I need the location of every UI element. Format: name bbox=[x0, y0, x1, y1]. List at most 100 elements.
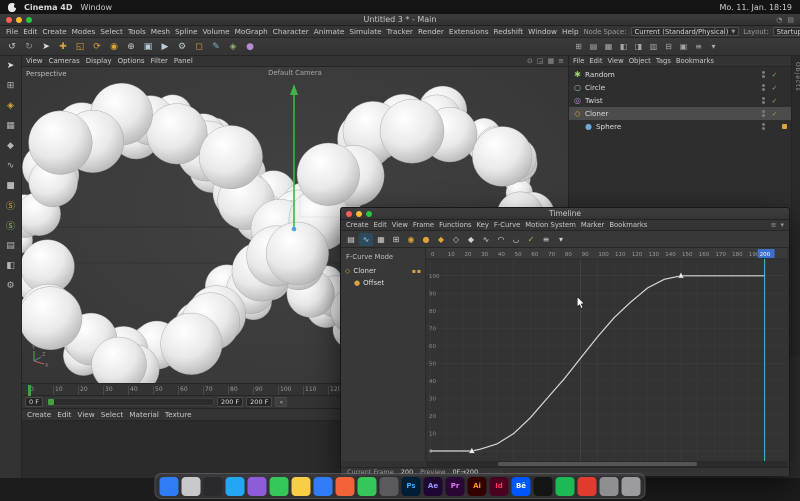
dock-icon[interactable]: Bē bbox=[511, 476, 531, 496]
timeline-tool-icon[interactable]: ● bbox=[419, 233, 433, 246]
timeline-track-row[interactable]: ◇ Cloner ▪▪ bbox=[341, 265, 425, 277]
object-name[interactable]: Cloner bbox=[585, 109, 608, 118]
timeline-playhead[interactable] bbox=[28, 385, 31, 396]
tool-palette-icon[interactable]: Ⓢ bbox=[3, 218, 19, 233]
track-name[interactable]: Cloner bbox=[353, 267, 376, 275]
manager-toolbar-icon[interactable]: ≡ bbox=[692, 39, 705, 54]
material-menu-item[interactable]: Material bbox=[129, 410, 159, 419]
frame-slider-thumb[interactable] bbox=[47, 399, 54, 405]
tool-palette-icon[interactable]: Ⓢ bbox=[3, 198, 19, 213]
main-menu-item[interactable]: Character bbox=[273, 27, 309, 36]
viewport-menu-item[interactable]: Filter bbox=[151, 57, 168, 65]
end-frame-field[interactable]: 200 F bbox=[216, 397, 244, 407]
tool-palette-icon[interactable]: ◈ bbox=[3, 98, 19, 113]
timeline-menu-item[interactable]: Bookmarks bbox=[609, 221, 647, 229]
fcurve-graph[interactable]: 0 10 20 30 40 50 60 70 80 90 100 110 120 130 140 150 160… bbox=[426, 248, 787, 461]
minimize-button[interactable] bbox=[16, 16, 22, 23]
track-name[interactable]: Offset bbox=[363, 279, 384, 287]
tool-palette-icon[interactable]: ■ bbox=[3, 178, 19, 193]
object-tag-icon[interactable] bbox=[782, 72, 787, 77]
close-button[interactable] bbox=[346, 210, 352, 217]
scrollbar-thumb[interactable] bbox=[498, 462, 697, 466]
timeline-tool-icon[interactable]: ◡ bbox=[509, 233, 523, 246]
dock-icon[interactable] bbox=[599, 476, 619, 496]
toolbar-icon[interactable]: ▣ bbox=[140, 39, 156, 54]
timeline-tool-icon[interactable]: ≡ bbox=[539, 233, 553, 246]
toolbar-icon[interactable]: ◈ bbox=[225, 39, 241, 54]
timeline-menu-item[interactable]: Edit bbox=[374, 221, 387, 229]
object-menu-item[interactable]: File bbox=[573, 57, 584, 65]
enable-check-icon[interactable]: ✓ bbox=[770, 110, 779, 118]
toolbar-icon[interactable]: ✎ bbox=[208, 39, 224, 54]
main-menu-item[interactable]: Mesh bbox=[151, 27, 170, 36]
object-name[interactable]: Sphere bbox=[596, 122, 621, 131]
node-space-dropdown[interactable]: Current (Standard/Physical) ▼ bbox=[630, 27, 740, 36]
manager-toolbar-icon[interactable]: ◨ bbox=[632, 39, 645, 54]
timeline-menu-item[interactable]: Marker bbox=[581, 221, 605, 229]
dock-icon[interactable] bbox=[247, 476, 267, 496]
main-menu-item[interactable]: Tools bbox=[128, 27, 146, 36]
toolbar-icon[interactable]: ◱ bbox=[72, 39, 88, 54]
object-origin-handle[interactable] bbox=[291, 226, 297, 232]
visibility-dots[interactable] bbox=[762, 71, 765, 78]
dock-icon[interactable] bbox=[181, 476, 201, 496]
dock-icon[interactable]: Pr bbox=[445, 476, 465, 496]
visibility-dots[interactable] bbox=[762, 97, 765, 104]
tool-palette-icon[interactable]: ➤ bbox=[3, 58, 19, 73]
main-menu-item[interactable]: Modes bbox=[72, 27, 96, 36]
titlebar-icon[interactable]: ◔ bbox=[776, 16, 782, 24]
dock-icon[interactable]: Id bbox=[489, 476, 509, 496]
tool-palette-icon[interactable]: ▦ bbox=[3, 118, 19, 133]
main-menu-item[interactable]: Redshift bbox=[494, 27, 524, 36]
timeline-tool-icon[interactable]: ◆ bbox=[464, 233, 478, 246]
main-menu-item[interactable]: Tracker bbox=[387, 27, 413, 36]
toolbar-icon[interactable]: ➤ bbox=[38, 39, 54, 54]
visibility-dots[interactable] bbox=[762, 84, 765, 91]
dock-icon[interactable] bbox=[225, 476, 245, 496]
material-menu-item[interactable]: Create bbox=[27, 410, 51, 419]
object-name[interactable]: Random bbox=[585, 70, 615, 79]
timeline-menu-item[interactable]: Motion System bbox=[525, 221, 576, 229]
object-row[interactable]: ● Sphere bbox=[569, 120, 791, 133]
viewport-control-icon[interactable]: ⊙ bbox=[527, 57, 533, 65]
tool-palette-icon[interactable]: ◧ bbox=[3, 258, 19, 273]
tool-palette-icon[interactable]: ∿ bbox=[3, 158, 19, 173]
manager-toolbar-icon[interactable]: ▥ bbox=[647, 39, 660, 54]
viewport-control-icon[interactable]: ◲ bbox=[537, 57, 544, 65]
max-frame-field[interactable]: 200 F bbox=[246, 397, 273, 407]
main-menu-item[interactable]: Extensions bbox=[449, 27, 489, 36]
timeline-tool-icon[interactable]: ◉ bbox=[404, 233, 418, 246]
side-tab-objects[interactable]: Objects bbox=[791, 56, 800, 356]
viewport-menu-item[interactable]: Options bbox=[118, 57, 145, 65]
zoom-button[interactable] bbox=[366, 210, 372, 217]
object-tag-icon[interactable] bbox=[782, 98, 787, 103]
apple-menu-icon[interactable] bbox=[8, 2, 18, 12]
timeline-menu-item[interactable]: Key bbox=[477, 221, 489, 229]
main-menu-item[interactable]: Simulate bbox=[349, 27, 381, 36]
frame-slider[interactable] bbox=[45, 398, 214, 406]
tool-palette-icon[interactable]: ◆ bbox=[3, 138, 19, 153]
main-menu-item[interactable]: Spline bbox=[175, 27, 197, 36]
visibility-dots[interactable] bbox=[762, 110, 765, 117]
timeline-tool-icon[interactable]: ∿ bbox=[479, 233, 493, 246]
main-menu-item[interactable]: Help bbox=[562, 27, 579, 36]
timeline-tool-icon[interactable]: ◠ bbox=[494, 233, 508, 246]
dock-icon[interactable] bbox=[291, 476, 311, 496]
material-menu-item[interactable]: Select bbox=[101, 410, 124, 419]
dock-icon[interactable]: Ps bbox=[401, 476, 421, 496]
viewport-control-icon[interactable]: ▦ bbox=[548, 57, 555, 65]
timeline-menu-item[interactable]: Frame bbox=[413, 221, 434, 229]
main-menu-item[interactable]: Window bbox=[528, 27, 557, 36]
timeline-menu-item[interactable]: F-Curve bbox=[494, 221, 520, 229]
tool-palette-icon[interactable]: ▤ bbox=[3, 238, 19, 253]
timeline-tool-icon[interactable]: ∿ bbox=[359, 232, 373, 246]
object-row[interactable]: ○ Circle ✓ bbox=[569, 81, 791, 94]
object-row[interactable]: ✱ Random ✓ bbox=[569, 68, 791, 81]
timeline-tool-icon[interactable]: ▾ bbox=[554, 233, 568, 246]
dock-icon[interactable]: Ae bbox=[423, 476, 443, 496]
timeline-tool-icon[interactable]: ✓ bbox=[524, 233, 538, 246]
object-menu-item[interactable]: Bookmarks bbox=[676, 57, 714, 65]
enable-check-icon[interactable]: ✓ bbox=[770, 71, 779, 79]
viewport-menu-item[interactable]: View bbox=[26, 57, 43, 65]
main-menu-item[interactable]: Edit bbox=[23, 27, 37, 36]
